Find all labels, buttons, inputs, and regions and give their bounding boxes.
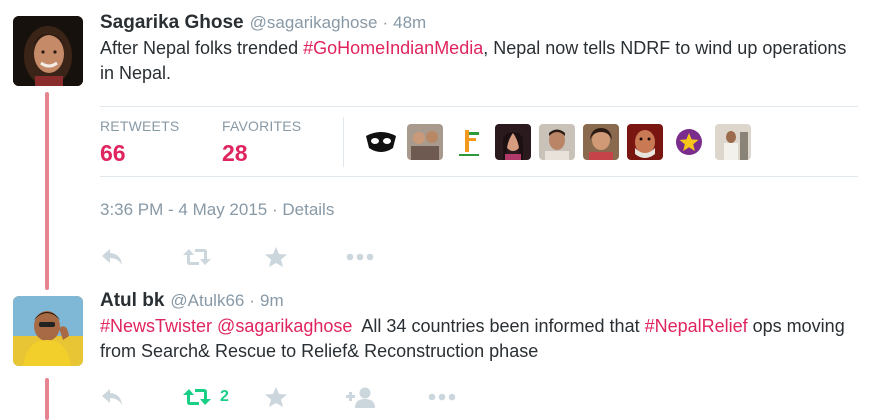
favorites-count: 28 bbox=[222, 140, 248, 166]
more-icon bbox=[346, 253, 374, 261]
avatar[interactable] bbox=[13, 296, 83, 366]
favorites-label: FAVORITES bbox=[222, 118, 302, 134]
more-icon bbox=[428, 393, 456, 401]
more-options-button[interactable] bbox=[428, 383, 510, 411]
separator: · bbox=[249, 291, 256, 310]
tweet-actions bbox=[100, 243, 428, 271]
favorite-button[interactable] bbox=[264, 243, 346, 271]
stats-divider bbox=[343, 117, 344, 167]
user-avatar[interactable] bbox=[407, 124, 443, 160]
more-options-button[interactable] bbox=[346, 243, 428, 271]
conversation-thread-line bbox=[45, 92, 49, 290]
user-avatar[interactable] bbox=[627, 124, 663, 160]
tweet-author-handle[interactable]: @Atulk66 bbox=[170, 291, 244, 311]
retweets-stat[interactable]: RETWEETS 66 bbox=[100, 118, 179, 167]
tweet-actions: 2 bbox=[100, 383, 510, 411]
reply-button[interactable] bbox=[100, 243, 182, 271]
favorite-icon bbox=[265, 247, 287, 267]
follow-icon bbox=[346, 387, 375, 408]
user-avatar[interactable] bbox=[583, 124, 619, 160]
user-avatar[interactable] bbox=[363, 124, 399, 160]
hashtag-link[interactable]: #NewsTwister bbox=[100, 316, 212, 336]
tweet: Sagarika Ghose @sagarikaghose · 48m Afte… bbox=[100, 12, 860, 86]
hashtag-link[interactable]: #NepalRelief bbox=[645, 316, 748, 336]
reply-icon bbox=[102, 389, 122, 405]
user-avatar[interactable] bbox=[671, 124, 707, 160]
separator: · bbox=[382, 13, 389, 32]
retweet-count: 2 bbox=[220, 388, 229, 405]
avatar[interactable] bbox=[13, 16, 83, 86]
tweet-text: After Nepal folks trended #GoHomeIndianM… bbox=[100, 36, 860, 86]
hashtag-link[interactable]: #GoHomeIndianMedia bbox=[303, 38, 483, 58]
tweet-timestamp[interactable]: 3:36 PM - 4 May 2015 · Details bbox=[100, 200, 334, 220]
favoriters-avatars bbox=[363, 124, 751, 160]
favorite-icon bbox=[265, 387, 287, 407]
retweet-button[interactable] bbox=[182, 243, 264, 271]
tweet: Atul bk @Atulk66 · 9m #NewsTwister @saga… bbox=[100, 290, 860, 364]
tweet-text-part: All 34 countries been informed that bbox=[352, 316, 645, 336]
reply-button[interactable] bbox=[100, 383, 182, 411]
retweet-icon bbox=[183, 249, 211, 265]
tweet-time[interactable]: 48m bbox=[393, 13, 426, 33]
reply-icon bbox=[102, 249, 122, 265]
mention-link[interactable]: @sagarikaghose bbox=[217, 316, 352, 336]
user-avatar[interactable] bbox=[451, 124, 487, 160]
user-avatar[interactable] bbox=[715, 124, 751, 160]
tweet-text-part: After Nepal folks trended bbox=[100, 38, 304, 58]
follow-button[interactable] bbox=[346, 383, 428, 411]
tweet-author-name[interactable]: Sagarika Ghose bbox=[100, 12, 244, 34]
tweet-author-name[interactable]: Atul bk bbox=[100, 290, 164, 312]
retweets-label: RETWEETS bbox=[100, 118, 180, 134]
tweet-author-handle[interactable]: @sagarikaghose bbox=[250, 13, 378, 33]
tweet-header: Atul bk @Atulk66 · 9m bbox=[100, 290, 860, 312]
tweet-stats: RETWEETS 66 FAVORITES 28 bbox=[100, 106, 858, 177]
retweet-icon bbox=[183, 389, 211, 405]
tweet-time[interactable]: 9m bbox=[260, 291, 284, 311]
user-avatar[interactable] bbox=[495, 124, 531, 160]
tweet-text: #NewsTwister @sagarikaghose All 34 count… bbox=[100, 314, 860, 364]
conversation-thread-line bbox=[45, 378, 49, 420]
user-avatar[interactable] bbox=[539, 124, 575, 160]
favorite-button[interactable] bbox=[264, 383, 346, 411]
retweets-count: 66 bbox=[100, 140, 126, 166]
retweet-button[interactable]: 2 bbox=[182, 383, 264, 411]
favorites-stat[interactable]: FAVORITES 28 bbox=[222, 118, 301, 167]
tweet-header: Sagarika Ghose @sagarikaghose · 48m bbox=[100, 12, 860, 34]
